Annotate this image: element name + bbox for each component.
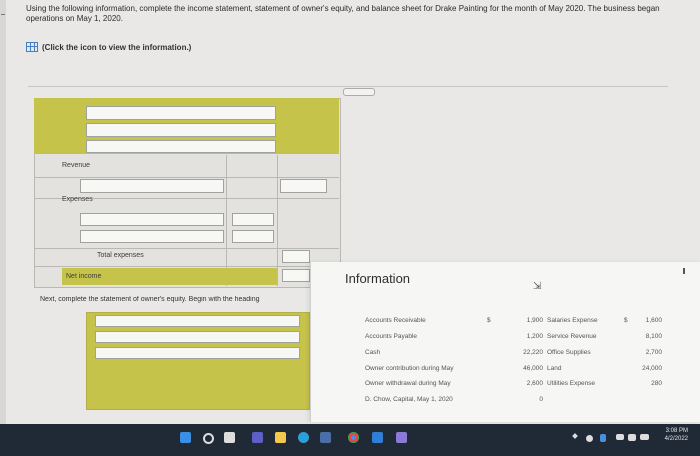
- info-link-label[interactable]: (Click the icon to view the information.…: [42, 43, 191, 52]
- info-label: Cash: [365, 349, 381, 356]
- info-value: 22,220: [523, 349, 543, 356]
- chat-icon[interactable]: [252, 432, 263, 443]
- task-view-icon[interactable]: [224, 432, 235, 443]
- file-explorer-icon[interactable]: [275, 432, 286, 443]
- clock[interactable]: 3:08 PM 4/2/2022: [665, 427, 688, 443]
- divider: [28, 86, 668, 87]
- revenue-account-input[interactable]: [80, 179, 224, 193]
- info-label: Accounts Receivable: [365, 317, 426, 324]
- info-value: 8,100: [645, 333, 662, 340]
- scrollbar[interactable]: [683, 268, 685, 274]
- heading-title-input[interactable]: [86, 123, 276, 137]
- row-divider: [34, 177, 339, 178]
- info-label: Salaries Expense: [547, 317, 598, 324]
- chrome-icon[interactable]: [348, 432, 359, 443]
- heading-company-input[interactable]: [86, 106, 276, 120]
- cloud-icon[interactable]: [586, 435, 593, 442]
- info-value: 2,600: [526, 380, 543, 387]
- expense-amount-input-1[interactable]: [232, 213, 274, 226]
- row-divider: [34, 248, 339, 249]
- info-link[interactable]: (Click the icon to view the information.…: [26, 42, 191, 52]
- total-expenses-input[interactable]: [282, 250, 310, 263]
- oe-heading-company-input[interactable]: [95, 315, 300, 327]
- table-icon[interactable]: [26, 42, 38, 52]
- info-currency: $: [487, 317, 491, 324]
- row-divider: [34, 266, 339, 267]
- pin-icon[interactable]: [600, 434, 606, 442]
- info-label: Owner contribution during May: [365, 365, 454, 372]
- info-value: 1,900: [526, 317, 543, 324]
- info-label: Service Revenue: [547, 333, 597, 340]
- edge-icon[interactable]: [298, 432, 309, 443]
- question-text: Using the following information, complet…: [26, 4, 660, 23]
- info-value: 24,000: [642, 365, 662, 372]
- volume-icon[interactable]: [628, 434, 636, 441]
- left-border: [0, 0, 6, 456]
- store-icon[interactable]: [320, 432, 331, 443]
- information-title: Information: [345, 271, 411, 286]
- info-value: 2,700: [645, 349, 662, 356]
- expense-account-input-1[interactable]: [80, 213, 224, 226]
- expenses-label: Expenses: [62, 196, 93, 203]
- clock-time: 3:08 PM: [665, 428, 688, 434]
- info-label: Land: [547, 365, 562, 372]
- heading-period-input[interactable]: [86, 140, 276, 153]
- battery-icon[interactable]: [640, 434, 649, 440]
- info-value: 1,600: [645, 317, 662, 324]
- mail-icon[interactable]: [372, 432, 383, 443]
- expense-amount-input-2[interactable]: [232, 230, 274, 243]
- info-label: Utilities Expense: [547, 380, 596, 387]
- search-icon[interactable]: [203, 433, 214, 444]
- expand-handle[interactable]: [343, 88, 375, 96]
- revenue-amount-input[interactable]: [280, 179, 327, 193]
- info-value: 280: [651, 380, 662, 387]
- expense-account-input-2[interactable]: [80, 230, 224, 243]
- info-label: Office Supplies: [547, 349, 591, 356]
- settings-icon[interactable]: [396, 432, 407, 443]
- oe-heading-title-input[interactable]: [95, 331, 300, 343]
- clock-date: 4/2/2022: [664, 436, 688, 442]
- wifi-icon[interactable]: [616, 434, 624, 440]
- next-instruction: Next, complete the statement of owner's …: [40, 296, 260, 303]
- info-value: 46,000: [523, 365, 543, 372]
- revenue-label: Revenue: [62, 162, 91, 169]
- info-label: D. Chow, Capital, May 1, 2020: [365, 396, 453, 403]
- total-expenses-label: Total expenses: [97, 252, 144, 259]
- collapse-minus-icon[interactable]: [1, 14, 5, 15]
- windows-icon[interactable]: [180, 432, 191, 443]
- cursor-icon: ⇲: [533, 281, 542, 292]
- info-value: 1,200: [526, 333, 543, 340]
- info-currency: $: [624, 317, 628, 324]
- oe-heading-period-input[interactable]: [95, 347, 300, 359]
- info-label: Accounts Payable: [365, 333, 418, 340]
- info-label: Owner withdrawal during May: [365, 380, 451, 387]
- net-income-input[interactable]: [282, 269, 310, 282]
- net-income-label: Net income: [66, 273, 102, 280]
- info-value: 0: [539, 396, 543, 403]
